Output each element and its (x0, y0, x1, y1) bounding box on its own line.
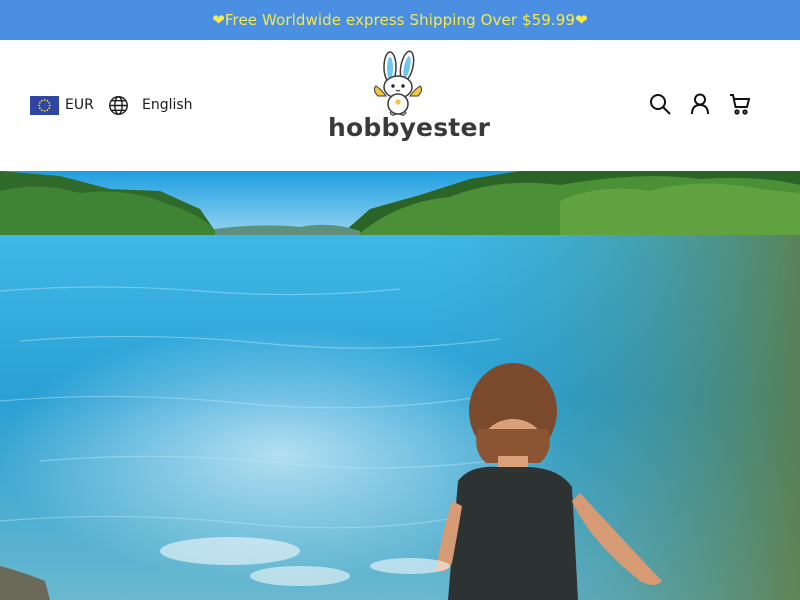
globe-icon (108, 95, 129, 116)
announcement-text: ❤Free Worldwide express Shipping Over $5… (212, 11, 588, 29)
eu-flag-icon (30, 95, 59, 115)
bunny-mascot-icon (372, 50, 424, 120)
search-icon[interactable] (648, 92, 672, 116)
currency-selector[interactable]: EUR (30, 95, 94, 115)
announcement-bar: ❤Free Worldwide express Shipping Over $5… (0, 0, 800, 40)
cart-icon[interactable] (728, 92, 752, 116)
site-header: EUR English hobbyester (0, 40, 800, 171)
language-label: English (142, 97, 193, 113)
logo-wordmark: hobbyester (328, 113, 491, 142)
currency-code: EUR (65, 97, 94, 113)
header-actions (648, 92, 752, 116)
language-selector[interactable]: English (108, 94, 193, 116)
user-icon[interactable] (688, 92, 712, 116)
site-logo[interactable]: hobbyester (326, 50, 490, 156)
lake-child-photo (0, 171, 800, 600)
hero-banner[interactable] (0, 171, 800, 600)
